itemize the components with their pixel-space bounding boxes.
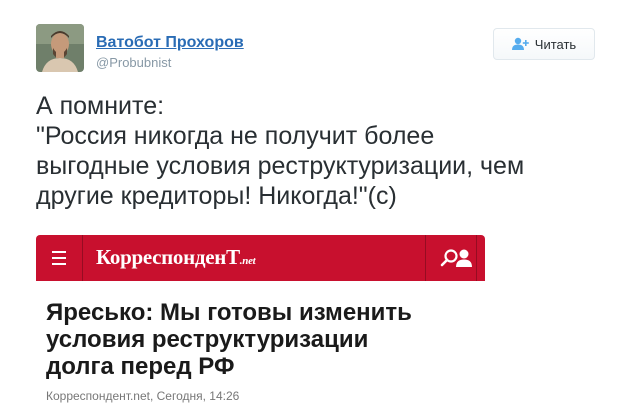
author-handle[interactable]: @Probubnist bbox=[96, 55, 171, 70]
article-card[interactable]: КорреспонденТ.net Яресько: Мы готовы изм… bbox=[36, 235, 485, 410]
site-logo[interactable]: КорреспонденТ.net bbox=[96, 245, 256, 270]
hamburger-icon[interactable] bbox=[48, 247, 70, 269]
site-header: КорреспонденТ.net bbox=[36, 235, 485, 281]
avatar[interactable] bbox=[36, 24, 84, 72]
follow-button[interactable]: Читать bbox=[493, 28, 595, 60]
article-headline[interactable]: Яресько: Мы готовы изменить условия рест… bbox=[46, 299, 476, 380]
tweet-text: А помните: "Россия никогда не получит бо… bbox=[36, 92, 525, 210]
user-icon[interactable] bbox=[452, 246, 476, 270]
header-divider bbox=[82, 235, 83, 281]
logo-text: КорреспонденТ bbox=[96, 245, 240, 269]
header-divider bbox=[425, 235, 426, 281]
follow-button-label: Читать bbox=[534, 36, 577, 52]
add-user-icon bbox=[511, 37, 529, 51]
article-meta: Корреспондент.net, Сегодня, 14:26 bbox=[46, 389, 240, 403]
author-name[interactable]: Ватобот Прохоров bbox=[96, 34, 244, 52]
logo-domain: .net bbox=[239, 255, 256, 267]
header-divider bbox=[476, 235, 477, 281]
